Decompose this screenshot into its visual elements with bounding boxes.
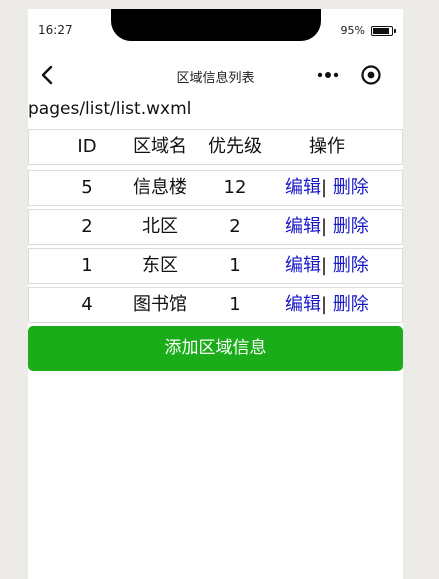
- action-separator: |: [321, 294, 328, 315]
- delete-link[interactable]: 删除: [333, 294, 369, 315]
- edit-link[interactable]: 编辑: [285, 177, 321, 198]
- status-bar: 16:27 95%: [28, 9, 403, 49]
- row-priority: 12: [223, 177, 247, 198]
- table-row: 2 北区 2 编辑| 删除: [28, 209, 403, 245]
- row-priority: 1: [229, 294, 241, 315]
- row-actions: 编辑| 删除: [285, 210, 385, 244]
- action-separator: |: [321, 216, 328, 237]
- notch: [111, 9, 321, 41]
- battery-percent: 95%: [340, 24, 365, 37]
- table-row: 5 信息楼 12 编辑| 删除: [28, 170, 403, 206]
- row-name: 北区: [142, 216, 178, 237]
- delete-link[interactable]: 删除: [333, 216, 369, 237]
- row-name: 信息楼: [133, 177, 187, 198]
- row-actions: 编辑| 删除: [285, 288, 385, 322]
- close-miniprogram-icon[interactable]: [359, 63, 383, 87]
- row-priority: 2: [229, 216, 241, 237]
- row-actions: 编辑| 删除: [285, 249, 385, 283]
- row-actions: 编辑| 删除: [285, 171, 385, 205]
- battery-icon: [371, 26, 396, 36]
- header-name: 区域名: [133, 136, 187, 157]
- header-priority: 优先级: [208, 136, 262, 157]
- row-name: 东区: [142, 255, 178, 276]
- page-path-text: pages/list/list.wxml: [28, 99, 192, 119]
- action-separator: |: [321, 255, 328, 276]
- header-action: 操作: [309, 136, 345, 157]
- table-header-row: ID 区域名 优先级 操作: [28, 129, 403, 165]
- status-time: 16:27: [38, 23, 73, 37]
- phone-screen: 16:27 95% 区域信息列表 pages/list/list.wxml ID…: [28, 9, 403, 579]
- table-row: 4 图书馆 1 编辑| 删除: [28, 287, 403, 323]
- add-area-button[interactable]: 添加区域信息: [28, 326, 403, 371]
- nav-bar: 区域信息列表: [28, 55, 403, 95]
- table-row: 1 东区 1 编辑| 删除: [28, 248, 403, 284]
- delete-link[interactable]: 删除: [333, 255, 369, 276]
- edit-link[interactable]: 编辑: [285, 216, 321, 237]
- edit-link[interactable]: 编辑: [285, 294, 321, 315]
- row-priority: 1: [229, 255, 241, 276]
- row-name: 图书馆: [133, 294, 187, 315]
- delete-link[interactable]: 删除: [333, 177, 369, 198]
- edit-link[interactable]: 编辑: [285, 255, 321, 276]
- page-title: 区域信息列表: [176, 71, 255, 86]
- more-icon[interactable]: [316, 65, 340, 85]
- action-separator: |: [321, 177, 328, 198]
